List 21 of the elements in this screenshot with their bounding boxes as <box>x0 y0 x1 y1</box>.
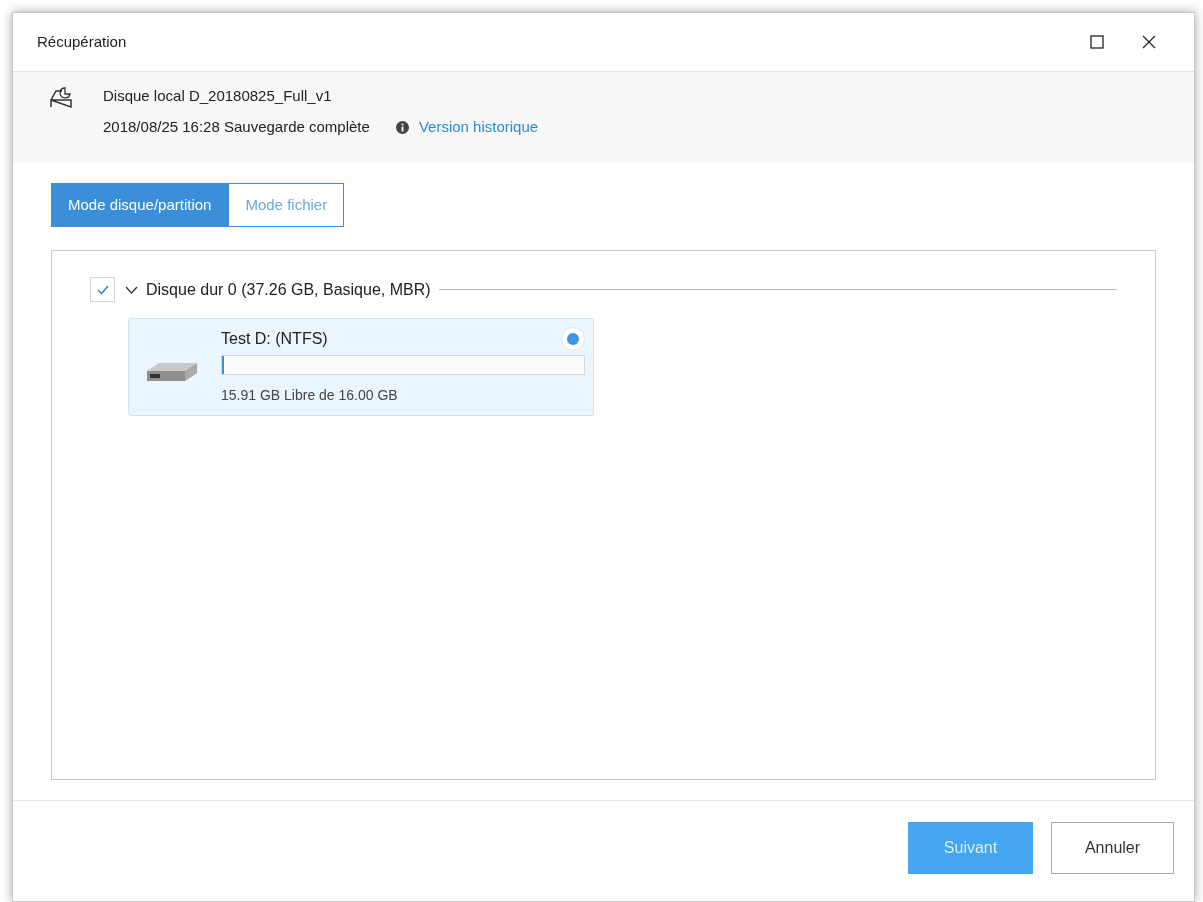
partition-radio[interactable] <box>561 327 585 351</box>
disk-checkbox[interactable] <box>90 277 115 302</box>
backup-info: 2018/08/25 16:28 Sauvegarde complète <box>103 117 370 138</box>
partition-name: Test D: (NTFS) <box>221 329 328 349</box>
mode-tab[interactable]: Mode disque/partition <box>51 183 229 227</box>
maximize-icon <box>1090 35 1104 49</box>
partition-free-space: 15.91 GB Libre de 16.00 GB <box>221 386 399 405</box>
checkmark-icon <box>96 284 109 295</box>
info-icon <box>395 120 409 134</box>
hard-drive-icon <box>145 361 199 383</box>
backup-name: Disque local D_20180825_Full_v1 <box>103 86 333 106</box>
close-icon <box>1142 35 1156 49</box>
partition-card[interactable]: Test D: (NTFS) 15.91 GB Libre de 16.00 GB <box>128 318 594 416</box>
cancel-button[interactable]: Annuler <box>1051 822 1174 874</box>
chevron-icon[interactable] <box>125 285 138 294</box>
disk-label: Disque dur 0 (37.26 GB, Basique, MBR) <box>146 279 431 300</box>
mode-tab[interactable]: Mode fichier <box>228 183 345 227</box>
version-history-link[interactable]: Version historique <box>418 116 539 139</box>
window-title: Récupération <box>37 31 127 52</box>
next-button[interactable]: Suivant <box>908 822 1033 874</box>
disk-backup-icon <box>49 87 73 109</box>
